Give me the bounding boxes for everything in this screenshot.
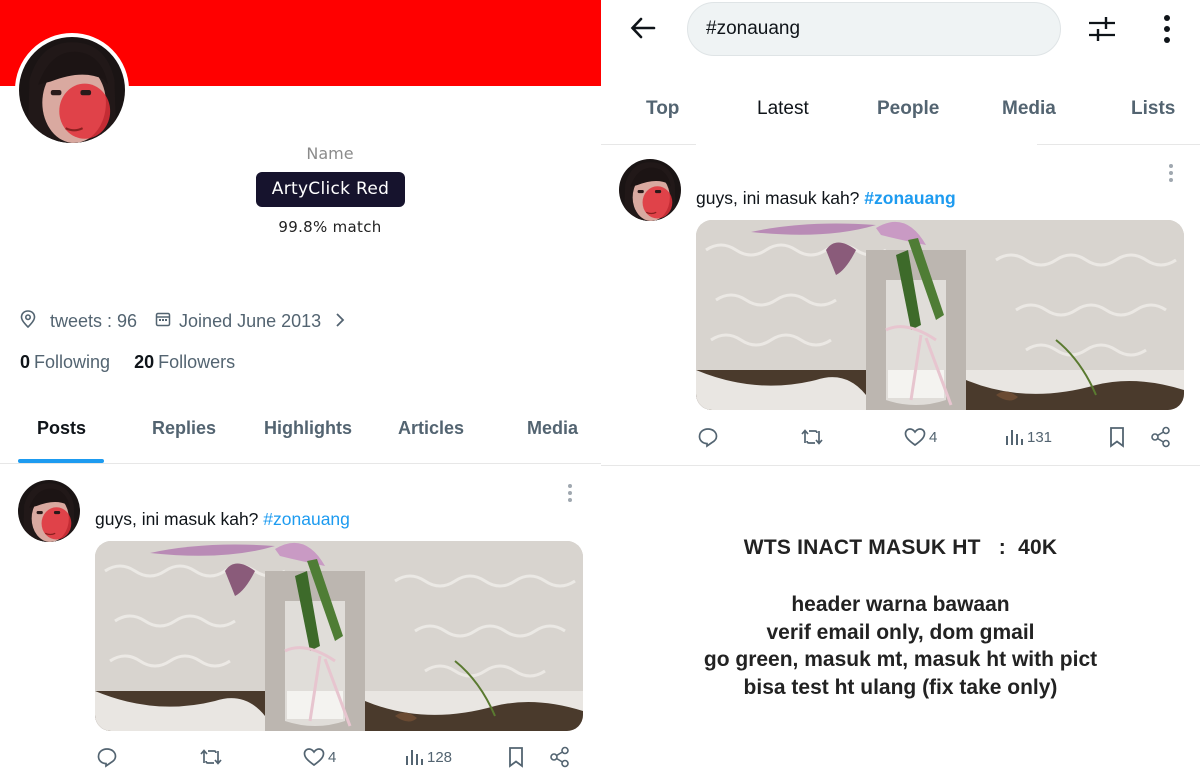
location-pin-icon — [20, 309, 36, 333]
search-input[interactable]: #zonauang — [687, 2, 1061, 56]
tweet-media[interactable] — [696, 220, 1184, 410]
views-count: 128 — [427, 748, 453, 766]
share-button[interactable] — [1150, 426, 1172, 448]
tweet-body: guys, ini masuk kah? — [95, 509, 264, 529]
tweet-photo — [696, 220, 1184, 410]
bookmark-button[interactable] — [507, 746, 525, 768]
like-count: 4 — [929, 428, 938, 446]
wts-line: bisa test ht ulang (fix take only) — [743, 675, 1058, 699]
bookmark-button[interactable] — [1108, 426, 1126, 448]
search-pane: #zonauang Top Latest People Media Lists … — [601, 0, 1200, 776]
views-chart-icon — [1006, 430, 1023, 445]
like-button[interactable]: 4 — [904, 427, 937, 447]
tab-replies[interactable]: Replies — [152, 418, 216, 439]
more-options-icon[interactable] — [1169, 164, 1173, 185]
reply-button[interactable] — [96, 746, 118, 768]
reply-button[interactable] — [697, 426, 719, 448]
joined-text: Joined June 2013 — [179, 310, 322, 331]
like-button[interactable]: 4 — [303, 747, 336, 767]
tabs-divider — [601, 144, 696, 145]
tweet-avatar[interactable] — [18, 480, 80, 542]
tab-media[interactable]: Media — [527, 418, 578, 439]
retweet-button[interactable] — [800, 427, 824, 447]
bookmark-icon — [1110, 427, 1124, 448]
tab-top[interactable]: Top — [646, 98, 679, 120]
profile-meta: tweets : 96 Joined June 2013 — [20, 309, 345, 333]
location-text: tweets : 96 — [50, 310, 138, 331]
tab-posts[interactable]: Posts — [37, 418, 86, 439]
tweet-avatar-image — [18, 480, 80, 542]
wts-title: WTS INACT MASUK HT : 40K — [743, 536, 1058, 559]
hashtag-link[interactable]: #zonauang — [263, 509, 350, 529]
chevron-right-icon[interactable] — [335, 311, 345, 332]
retweet-button[interactable] — [199, 747, 223, 767]
tweet-avatar[interactable] — [619, 159, 681, 221]
tweet-text: guys, ini masuk kah? #zonauang — [696, 188, 956, 209]
following-label: Following — [34, 352, 111, 372]
tweet-media[interactable] — [95, 541, 583, 731]
wts-line: header warna bawaan — [791, 593, 1010, 616]
followers-label: Followers — [158, 352, 236, 372]
more-vertical-icon[interactable] — [1163, 14, 1171, 49]
tab-latest[interactable]: Latest — [757, 98, 809, 120]
following-link[interactable]: 0 Following — [20, 352, 110, 373]
back-arrow-icon[interactable] — [629, 14, 657, 47]
views-count: 131 — [1027, 428, 1053, 446]
avatar-image — [19, 37, 125, 143]
followers-count: 20 — [134, 352, 155, 372]
reply-icon — [97, 748, 117, 768]
tweet-avatar-image — [619, 159, 681, 221]
tab-people[interactable]: People — [877, 98, 939, 120]
tweet-photo — [95, 541, 583, 731]
hashtag-link[interactable]: #zonauang — [864, 188, 955, 208]
like-count: 4 — [328, 748, 337, 766]
more-options-icon[interactable] — [568, 484, 572, 505]
color-name-badge: ArtyClick Red — [256, 172, 405, 207]
share-icon — [1151, 426, 1170, 448]
profile-tabs: Posts Replies Highlights Articles Media — [0, 404, 601, 464]
follow-stats: 0 Following 20 Followers — [20, 352, 235, 373]
views-chart-icon — [406, 750, 423, 765]
tab-articles[interactable]: Articles — [398, 418, 464, 439]
heart-icon — [904, 428, 926, 447]
tab-highlights[interactable]: Highlights — [264, 418, 352, 439]
share-button[interactable] — [549, 746, 571, 768]
wts-line: verif email only, dom gmail — [766, 620, 1035, 644]
tabs-divider — [1037, 144, 1200, 145]
reply-icon — [698, 428, 718, 448]
views-button[interactable]: 128 — [404, 747, 452, 767]
wts-line: go green, masuk mt, masuk ht with pict — [703, 648, 1098, 671]
profile-pane: Name ArtyClick Red 99.8% match tweets : … — [0, 0, 601, 776]
tweet-text: guys, ini masuk kah? #zonauang — [95, 509, 350, 530]
name-caption: Name — [306, 144, 354, 163]
calendar-icon — [155, 311, 171, 332]
retweet-icon — [200, 749, 222, 765]
filter-sliders-icon[interactable] — [1087, 14, 1117, 49]
retweet-icon — [801, 429, 823, 445]
active-tab-indicator — [18, 459, 104, 463]
followers-link[interactable]: 20 Followers — [134, 352, 235, 373]
match-text: 99.8% match — [278, 218, 382, 236]
tweet-divider — [601, 465, 1200, 466]
heart-icon — [303, 748, 325, 767]
following-count: 0 — [20, 352, 31, 372]
share-icon — [550, 746, 569, 768]
bookmark-icon — [509, 747, 523, 768]
wts-details: header warna bawaan verif email only, do… — [601, 591, 1200, 701]
tab-lists[interactable]: Lists — [1131, 98, 1175, 120]
tab-media[interactable]: Media — [1002, 98, 1056, 120]
views-button[interactable]: 131 — [1004, 427, 1052, 447]
avatar[interactable] — [15, 33, 129, 147]
tweet-body: guys, ini masuk kah? — [696, 188, 865, 208]
